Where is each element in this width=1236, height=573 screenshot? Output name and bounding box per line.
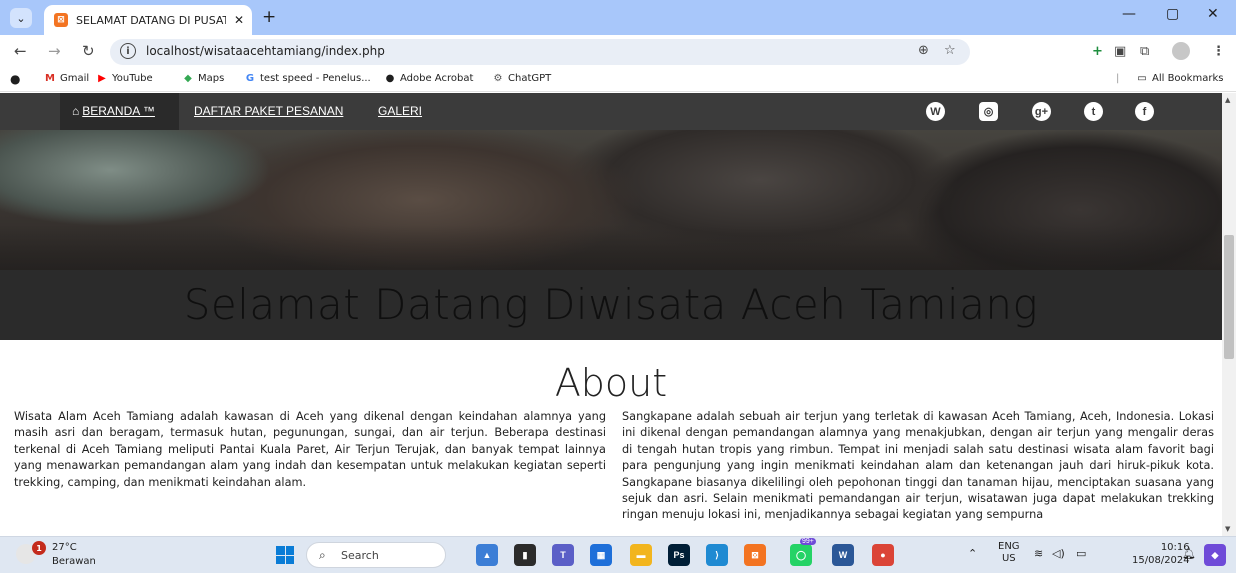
gmail-icon: M xyxy=(45,73,55,84)
reload-icon[interactable]: ↻ xyxy=(82,42,95,60)
facebook-icon[interactable]: f xyxy=(1135,102,1154,121)
xampp-icon: ⊠ xyxy=(54,13,68,27)
bookmark-chatgpt[interactable]: ⚙ ChatGPT xyxy=(492,73,552,84)
taskbar-search[interactable]: ⌕ Search xyxy=(306,542,446,568)
battery-icon[interactable]: ▭ xyxy=(1076,547,1086,560)
welcome-title: Selamat Datang Diwisata Aceh Tamiang xyxy=(183,280,1039,329)
chrome-icon[interactable]: ● xyxy=(872,544,894,566)
tab-title: SELAMAT DATANG DI PUSAT WISATA xyxy=(76,13,226,27)
search-placeholder: Search xyxy=(341,549,379,562)
minimize-button[interactable]: — xyxy=(1122,6,1136,22)
menu-icon[interactable]: ⋮ xyxy=(1212,44,1225,59)
about-right-paragraph: Sangkapane adalah sebuah air terjun yang… xyxy=(622,410,1214,522)
word-icon[interactable]: W xyxy=(832,544,854,566)
tray-overflow-chevron-icon[interactable]: ⌃ xyxy=(968,547,977,560)
maps-icon: ◆ xyxy=(184,73,192,84)
bookmark-maps[interactable]: ◆ Maps xyxy=(182,73,224,84)
weather-temperature[interactable]: 27°C xyxy=(52,542,77,553)
site-info-icon[interactable]: i xyxy=(120,43,136,59)
acrobat-icon: ● xyxy=(385,73,395,84)
hero-image xyxy=(0,130,1222,270)
xampp-icon[interactable]: ⊠ xyxy=(744,544,766,566)
file-explorer-icon[interactable]: ▬ xyxy=(630,544,652,566)
whatsapp-badge: 99+ xyxy=(800,538,816,545)
about-heading: About xyxy=(554,361,668,405)
youtube-icon: ▶ xyxy=(98,73,106,84)
weather-description[interactable]: Berawan xyxy=(52,556,96,567)
bookmark-youtube[interactable]: ▶ YouTube xyxy=(96,73,153,84)
chrome-apps-icon[interactable]: ● xyxy=(10,72,20,86)
copilot-icon[interactable]: ◆ xyxy=(1204,544,1226,566)
home-icon: ⌂ xyxy=(72,104,80,118)
address-bar[interactable]: i localhost/wisataacehtamiang/index.php … xyxy=(110,39,970,65)
task-view-icon[interactable]: ▮ xyxy=(514,544,536,566)
about-left-paragraph: Wisata Alam Aceh Tamiang adalah kawasan … xyxy=(14,410,606,489)
twitter-icon[interactable]: t xyxy=(1084,102,1103,121)
browser-tab-strip: ⌄ ⊠ SELAMAT DATANG DI PUSAT WISATA ✕ + —… xyxy=(0,0,1236,35)
scrollbar-thumb[interactable] xyxy=(1224,235,1234,359)
bookmarks-divider: | xyxy=(1116,73,1120,84)
all-bookmarks-button[interactable]: ▭ All Bookmarks xyxy=(1136,73,1223,84)
windows-taskbar: 1 27°C Berawan ⌕ Search ▲ ▮ T ▦ ▬ Ps ⟩ ⊠ ◯ 99+ W ● … xyxy=(0,536,1236,573)
google-icon: G xyxy=(245,73,255,84)
instagram-icon[interactable]: ◎ xyxy=(979,102,998,121)
url-text[interactable]: localhost/wisataacehtamiang/index.php xyxy=(146,44,385,58)
nav-item-galeri[interactable]: GALERI xyxy=(378,104,422,118)
store-icon[interactable]: ▦ xyxy=(590,544,612,566)
scroll-up-arrow-icon[interactable]: ▲ xyxy=(1225,96,1230,104)
screen: ⌄ ⊠ SELAMAT DATANG DI PUSAT WISATA ✕ + —… xyxy=(0,0,1236,573)
browser-tab[interactable]: ⊠ SELAMAT DATANG DI PUSAT WISATA ✕ xyxy=(44,5,252,35)
volume-icon[interactable]: ◁) xyxy=(1052,547,1065,560)
forward-arrow-icon[interactable]: → xyxy=(48,42,61,60)
language-indicator[interactable]: ENG US xyxy=(998,541,1020,565)
google-plus-icon[interactable]: g+ xyxy=(1032,102,1051,121)
avatar[interactable] xyxy=(1172,42,1190,60)
page-scrollbar[interactable]: ▲ ▼ xyxy=(1222,93,1236,536)
puzzle-icon[interactable]: ⧉ xyxy=(1140,44,1149,59)
scroll-down-arrow-icon[interactable]: ▼ xyxy=(1225,525,1230,533)
whatsapp-icon[interactable]: ◯ xyxy=(790,544,812,566)
wifi-icon[interactable]: ≋ xyxy=(1034,547,1043,560)
tab-search-button[interactable]: ⌄ xyxy=(10,8,32,28)
close-icon[interactable]: ✕ xyxy=(234,13,244,27)
browser-toolbar: ← → ↻ i localhost/wisataacehtamiang/inde… xyxy=(0,35,1236,68)
weather-badge: 1 xyxy=(32,541,46,555)
windows-start-icon[interactable] xyxy=(276,546,294,564)
bookmark-adobe-acrobat[interactable]: ● Adobe Acrobat xyxy=(384,73,474,84)
site-navbar: ⌂ BERANDA ™ DAFTAR PAKET PESANAN GALERI W… xyxy=(0,93,1222,130)
vscode-icon[interactable]: ⟩ xyxy=(706,544,728,566)
new-tab-button[interactable]: + xyxy=(262,9,276,26)
chatgpt-icon: ⚙ xyxy=(493,73,503,84)
teams-icon[interactable]: T xyxy=(552,544,574,566)
close-window-button[interactable]: ✕ xyxy=(1207,6,1219,22)
search-icon: ⌕ xyxy=(319,548,326,562)
chevron-down-icon: ⌄ xyxy=(16,11,26,25)
page-viewport: ⌂ BERANDA ™ DAFTAR PAKET PESANAN GALERI W… xyxy=(0,93,1222,536)
photoshop-icon[interactable]: Ps xyxy=(668,544,690,566)
nav-item-daftar-paket-pesanan[interactable]: DAFTAR PAKET PESANAN xyxy=(194,104,343,118)
clock[interactable]: 10:16 15/08/2024 xyxy=(1132,541,1190,567)
notification-bell-icon[interactable]: 🔔︎ xyxy=(1182,547,1196,560)
widgets-icon[interactable]: ▲ xyxy=(476,544,498,566)
back-arrow-icon[interactable]: ← xyxy=(14,42,27,60)
folder-icon: ▭ xyxy=(1137,73,1147,84)
bookmark-star-icon[interactable]: ☆ xyxy=(944,43,956,58)
extension-plus-icon[interactable]: + xyxy=(1092,44,1103,59)
clock-date: 15/08/2024 xyxy=(1132,555,1190,566)
nav-item-beranda[interactable]: ⌂ BERANDA ™ xyxy=(72,104,155,118)
welcome-banner: Selamat Datang Diwisata Aceh Tamiang xyxy=(0,270,1222,340)
bookmark-gmail[interactable]: M Gmail xyxy=(44,73,89,84)
bookmark-test-speed[interactable]: Gtest speed - Penelus... xyxy=(244,73,371,84)
bookmarks-bar: ● M Gmail ▶ YouTube ◆ Maps Gtest speed - Pe… xyxy=(0,68,1236,92)
extension-icon[interactable]: ▣ xyxy=(1114,44,1126,59)
zoom-icon[interactable]: ⊕ xyxy=(918,43,929,58)
wordpress-icon[interactable]: W xyxy=(926,102,945,121)
restore-button[interactable]: ▢ xyxy=(1166,6,1179,22)
